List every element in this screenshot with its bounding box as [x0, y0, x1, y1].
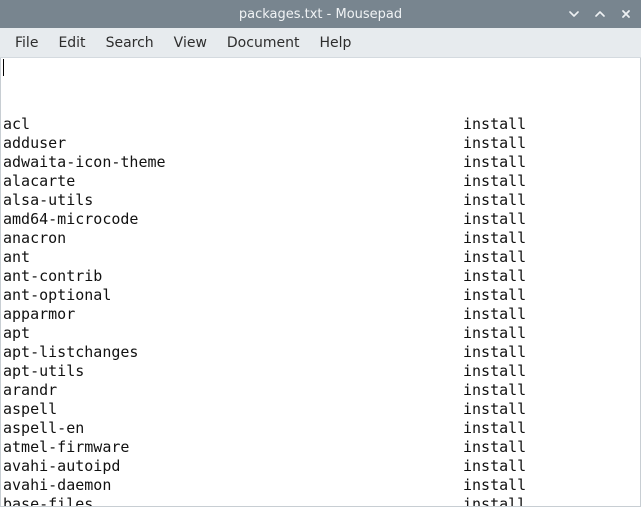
window-controls	[567, 0, 633, 28]
editor-line[interactable]: anacroninstall	[3, 229, 638, 248]
package-action: install	[463, 381, 526, 400]
package-name: anacron	[3, 229, 463, 248]
window-title: packages.txt - Mousepad	[0, 7, 641, 22]
menu-file[interactable]: File	[6, 31, 47, 55]
editor-line[interactable]: aclinstall	[3, 115, 638, 134]
package-action: install	[463, 191, 526, 210]
editor-line[interactable]: aspell-eninstall	[3, 419, 638, 438]
menu-view[interactable]: View	[165, 31, 216, 55]
editor-line[interactable]: ant-optionalinstall	[3, 286, 638, 305]
package-action: install	[463, 476, 526, 495]
menu-search[interactable]: Search	[97, 31, 163, 55]
window-close-icon[interactable]	[619, 7, 633, 21]
editor-viewport[interactable]: aclinstalladduserinstalladwaita-icon-the…	[0, 58, 641, 507]
editor-line[interactable]: adwaita-icon-themeinstall	[3, 153, 638, 172]
package-name: apt-utils	[3, 362, 463, 381]
editor-line[interactable]: apt-listchangesinstall	[3, 343, 638, 362]
package-action: install	[463, 115, 526, 134]
package-action: install	[463, 153, 526, 172]
editor-line[interactable]: antinstall	[3, 248, 638, 267]
package-name: aspell	[3, 400, 463, 419]
package-name: alacarte	[3, 172, 463, 191]
editor-line[interactable]: ant-contribinstall	[3, 267, 638, 286]
package-action: install	[463, 267, 526, 286]
package-action: install	[463, 400, 526, 419]
package-name: apt-listchanges	[3, 343, 463, 362]
editor-line[interactable]: atmel-firmwareinstall	[3, 438, 638, 457]
package-name: ant-optional	[3, 286, 463, 305]
window-maximize-icon[interactable]	[593, 7, 607, 21]
package-action: install	[463, 324, 526, 343]
menu-bar: File Edit Search View Document Help	[0, 28, 641, 58]
editor-line[interactable]: aspellinstall	[3, 400, 638, 419]
window-shade-icon[interactable]	[567, 7, 581, 21]
package-action: install	[463, 495, 526, 507]
package-action: install	[463, 172, 526, 191]
editor-line[interactable]: alsa-utilsinstall	[3, 191, 638, 210]
package-action: install	[463, 438, 526, 457]
package-action: install	[463, 305, 526, 324]
package-name: apparmor	[3, 305, 463, 324]
editor-line[interactable]: apparmorinstall	[3, 305, 638, 324]
menu-document[interactable]: Document	[218, 31, 309, 55]
package-action: install	[463, 419, 526, 438]
package-name: aspell-en	[3, 419, 463, 438]
editor-line[interactable]: adduserinstall	[3, 134, 638, 153]
package-name: acl	[3, 115, 463, 134]
package-name: adwaita-icon-theme	[3, 153, 463, 172]
package-name: avahi-daemon	[3, 476, 463, 495]
menu-edit[interactable]: Edit	[49, 31, 94, 55]
window-titlebar: packages.txt - Mousepad	[0, 0, 641, 28]
package-name: arandr	[3, 381, 463, 400]
editor-line[interactable]: amd64-microcodeinstall	[3, 210, 638, 229]
editor-line[interactable]: apt-utilsinstall	[3, 362, 638, 381]
package-action: install	[463, 457, 526, 476]
editor-text-area[interactable]: aclinstalladduserinstalladwaita-icon-the…	[1, 58, 640, 507]
editor-line[interactable]: aptinstall	[3, 324, 638, 343]
menu-help[interactable]: Help	[310, 31, 360, 55]
package-action: install	[463, 286, 526, 305]
package-action: install	[463, 210, 526, 229]
editor-line[interactable]: arandrinstall	[3, 381, 638, 400]
text-caret	[3, 59, 4, 76]
package-name: avahi-autoipd	[3, 457, 463, 476]
editor-line[interactable]: base-filesinstall	[3, 495, 638, 507]
package-name: alsa-utils	[3, 191, 463, 210]
editor-line[interactable]: alacarteinstall	[3, 172, 638, 191]
package-action: install	[463, 134, 526, 153]
editor-line[interactable]: avahi-daemoninstall	[3, 476, 638, 495]
package-name: adduser	[3, 134, 463, 153]
package-name: ant	[3, 248, 463, 267]
package-name: apt	[3, 324, 463, 343]
package-name: ant-contrib	[3, 267, 463, 286]
package-action: install	[463, 229, 526, 248]
package-name: amd64-microcode	[3, 210, 463, 229]
package-name: base-files	[3, 495, 463, 507]
editor-line[interactable]: avahi-autoipdinstall	[3, 457, 638, 476]
package-action: install	[463, 248, 526, 267]
package-name: atmel-firmware	[3, 438, 463, 457]
package-action: install	[463, 362, 526, 381]
package-action: install	[463, 343, 526, 362]
